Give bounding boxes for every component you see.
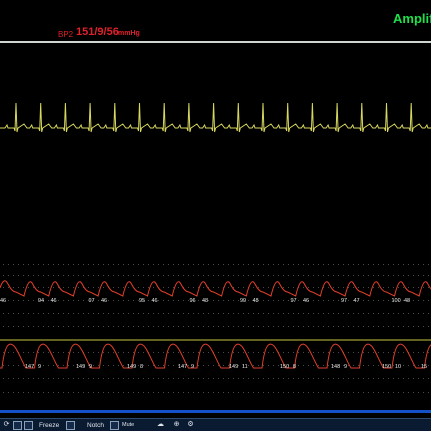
- value-label: 47: [353, 298, 360, 304]
- settings-icon[interactable]: ⚙: [186, 421, 195, 429]
- value-label: 96: [189, 298, 196, 304]
- bottom-toolbar: ⟳ Freeze Notch Mute ☁ ⊕ ⚙: [0, 418, 431, 431]
- value-label: 15: [421, 364, 428, 370]
- value-label: 46: [0, 298, 7, 304]
- value-label: 9: [89, 364, 93, 370]
- waveform-area: [0, 102, 431, 393]
- mute-label: Mute: [122, 422, 135, 428]
- value-label: 148: [331, 364, 341, 370]
- value-label: 9: [344, 364, 348, 370]
- value-label: 10: [395, 364, 402, 370]
- grid-dots: [3, 264, 429, 393]
- value-label: 46: [50, 298, 57, 304]
- value-label: 150: [280, 364, 290, 370]
- value-label: 48: [252, 298, 259, 304]
- value-label: 11: [242, 364, 248, 370]
- value-label: 95: [139, 298, 146, 304]
- toggle-box-2[interactable]: [24, 421, 33, 430]
- value-label: 149: [229, 364, 239, 370]
- cloud-icon[interactable]: ☁: [156, 421, 165, 429]
- value-label: 147: [178, 364, 188, 370]
- value-label: 149: [76, 364, 86, 370]
- upper-pressure-trace: [0, 280, 431, 297]
- value-label: 46: [303, 298, 310, 304]
- value-label: 8: [293, 364, 297, 370]
- freeze-button[interactable]: Freeze: [36, 421, 62, 430]
- value-label: 97: [88, 298, 95, 304]
- value-label: 48: [202, 298, 209, 304]
- lower-pressure-trace: [0, 343, 431, 369]
- value-label: 99: [240, 298, 247, 304]
- toggle-box-1[interactable]: [13, 421, 22, 430]
- value-label: 97: [290, 298, 297, 304]
- value-label: 97: [341, 298, 348, 304]
- value-label: 100: [391, 298, 401, 304]
- freeze-toggle-box[interactable]: [66, 421, 75, 430]
- value-label: 46: [151, 298, 158, 304]
- value-label: 48: [404, 298, 411, 304]
- monitor-screen: Amplifi BP2 151/9/56 mmHg 46944697469546…: [0, 0, 431, 431]
- ecg-trace: [0, 102, 431, 133]
- value-label: 94: [38, 298, 45, 304]
- refresh-icon[interactable]: ⟳: [2, 421, 11, 429]
- notch-button[interactable]: Notch: [84, 421, 107, 430]
- value-label: 9: [38, 364, 42, 370]
- value-label: 149: [127, 364, 137, 370]
- scroll-strip: [0, 410, 431, 413]
- mute-checkbox[interactable]: [110, 421, 119, 430]
- zoom-icon[interactable]: ⊕: [172, 421, 181, 429]
- value-label: 46: [101, 298, 108, 304]
- value-label: 150: [382, 364, 392, 370]
- value-label: 9: [191, 364, 195, 370]
- value-label: 147: [25, 364, 35, 370]
- value-label: 8: [140, 364, 144, 370]
